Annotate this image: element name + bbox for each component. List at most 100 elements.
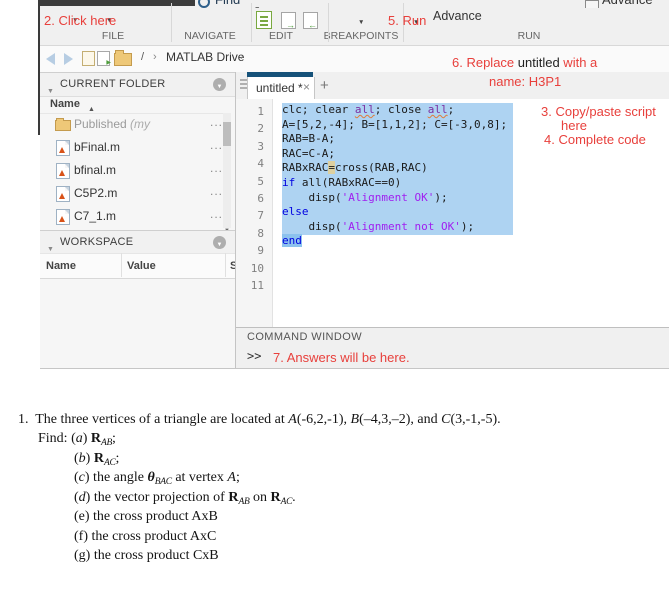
go-to-file-icon[interactable] [97,51,111,66]
command-window-title: COMMAND WINDOW [247,331,362,343]
page: Find Advance Advance FILE NAVIGATE EDIT … [0,0,669,590]
file-actions-icon[interactable]: ... [210,115,223,129]
file-row[interactable]: bfinal.m ... [40,159,223,182]
file-row[interactable]: bFinal.m ... [40,136,223,159]
mfile-icon [56,163,70,179]
breadcrumb-root[interactable]: / [141,51,144,63]
problem-line-5: (d) the vector projection of RAB on RAC. [74,490,296,507]
command-prompt[interactable]: >> [247,349,261,363]
file-row[interactable]: C7_1.m ... [40,205,223,228]
section-label-breakpoints: BREAKPOINTS [323,30,399,42]
file-name: C7_1.m [74,209,117,223]
annotation-step6-line2: name: H3P1 [489,74,562,89]
column-divider[interactable] [121,253,122,277]
indent-left-icon[interactable] [303,12,318,30]
divider [328,3,329,42]
indent-right-icon[interactable] [281,12,296,30]
name-column-header[interactable]: Name [40,95,223,114]
ribbon-top-clipped-row: Find Advance [40,0,669,8]
workspace-columns-header[interactable]: Name Value S [40,253,237,279]
file-name: bFinal.m [74,140,121,154]
chevron-down-icon[interactable] [254,0,260,8]
file-actions-icon[interactable]: ... [210,184,223,198]
find-button[interactable]: Find [215,0,240,7]
problem-line-8: (g) the cross product CxB [74,548,219,563]
code-line: clc; clear all; close all; [282,103,455,116]
up-folder-icon[interactable] [82,51,95,66]
search-icon [198,0,210,8]
breadcrumb-separator-icon [240,51,244,63]
breakpoints-dropdown-icon[interactable] [358,11,364,29]
problem-line-6: (e) the cross product AxB [74,509,218,524]
divider [236,327,669,328]
problem-line-4: (c) the angle θBAC at vertex A; [74,470,240,487]
annotation-step3-line2: here [561,118,588,133]
code-line: RABxRAC=cross(RAB,RAC) [282,161,428,175]
tab-untitled[interactable]: untitled * × [247,77,315,100]
current-folder-header[interactable]: CURRENT FOLDER [40,72,235,97]
code-line: A=[5,2,-4]; B=[1,1,2]; C=[-3,0,8]; [282,117,508,131]
annotation-step4: 4. Complete code [544,132,646,147]
file-actions-icon[interactable]: ... [210,207,223,221]
line-numbers: 12 34 56 78 9 10 11 [250,105,264,293]
mfile-icon [56,186,70,202]
scrollbar-thumb[interactable] [223,122,231,146]
problem-line-7: (f) the cross product AxC [74,529,217,544]
divider [251,3,252,42]
advance-button-clipped[interactable]: Advance [602,0,653,7]
section-label-navigate: NAVIGATE [184,30,236,42]
panel-menu-icon[interactable] [213,236,226,249]
code-line: disp('Alignment not OK'); [282,219,475,233]
close-icon[interactable]: × [303,80,310,94]
current-folder-title: CURRENT FOLDER [60,78,166,90]
mfile-icon [56,209,70,225]
section-label-run: RUN [517,30,541,42]
annotation-step2: 2. Click here [44,13,117,28]
file-name: Published [74,117,131,131]
advance-icon [585,0,599,8]
code-line: else [282,205,309,219]
section-label-file: FILE [101,30,125,42]
workspace-col-value: Value [127,260,156,272]
breadcrumb[interactable]: MATLAB Drive [166,50,244,64]
file-row[interactable]: C5P2.m ... [40,182,223,205]
column-divider[interactable] [225,253,226,277]
divider [171,3,172,42]
code-line: if all(RABxRAC==0) [282,175,402,189]
code-line: RAB=B-A; [282,132,335,146]
code-line: RAC=C-A; [282,146,335,160]
file-name: bfinal.m [74,163,117,177]
folder-icon [55,118,71,131]
file-name-suffix: (my [130,117,151,131]
problem-line-3: (b) RAC; [74,451,120,468]
breadcrumb-separator-icon [153,51,157,63]
workspace-col-name: Name [46,260,76,272]
forward-arrow-icon[interactable] [64,53,73,65]
tab-title: untitled * [256,81,303,95]
problem-line-1: 1. The three vertices of a triangle are … [18,412,501,427]
annotation-step5: 5. Run [388,13,427,28]
name-column-label: Name [50,98,80,110]
file-actions-icon[interactable]: ... [210,138,223,152]
annotation-step6-line1: 6. Replace untitled with a [452,55,598,70]
advance-button[interactable]: Advance [433,9,482,23]
workspace-title: WORKSPACE [60,236,134,248]
code-line: end [282,234,302,248]
panel-menu-icon[interactable] [213,78,226,91]
file-actions-icon[interactable]: ... [210,161,223,175]
script-icon[interactable] [256,11,272,29]
annotation-step3-line1: 3. Copy/paste script [541,104,656,119]
section-label-edit: EDIT [269,30,293,42]
file-row[interactable]: Published (my ... [40,113,223,136]
mfile-icon [56,140,70,156]
annotation-step7: 7. Answers will be here. [273,350,410,365]
back-arrow-icon[interactable] [46,53,55,65]
workspace-header[interactable]: WORKSPACE [40,230,235,255]
code-text[interactable]: clc; clear all; close all; A=[5,2,-4]; B… [282,103,507,249]
window-bottom-edge [40,368,669,369]
folder-icon[interactable] [114,50,132,66]
new-tab-button[interactable]: + [320,77,329,94]
code-line: disp('Alignment OK'); [282,190,448,204]
problem-line-2: Find: (a) RAB; [38,431,116,448]
drag-handle-icon[interactable] [240,79,247,81]
